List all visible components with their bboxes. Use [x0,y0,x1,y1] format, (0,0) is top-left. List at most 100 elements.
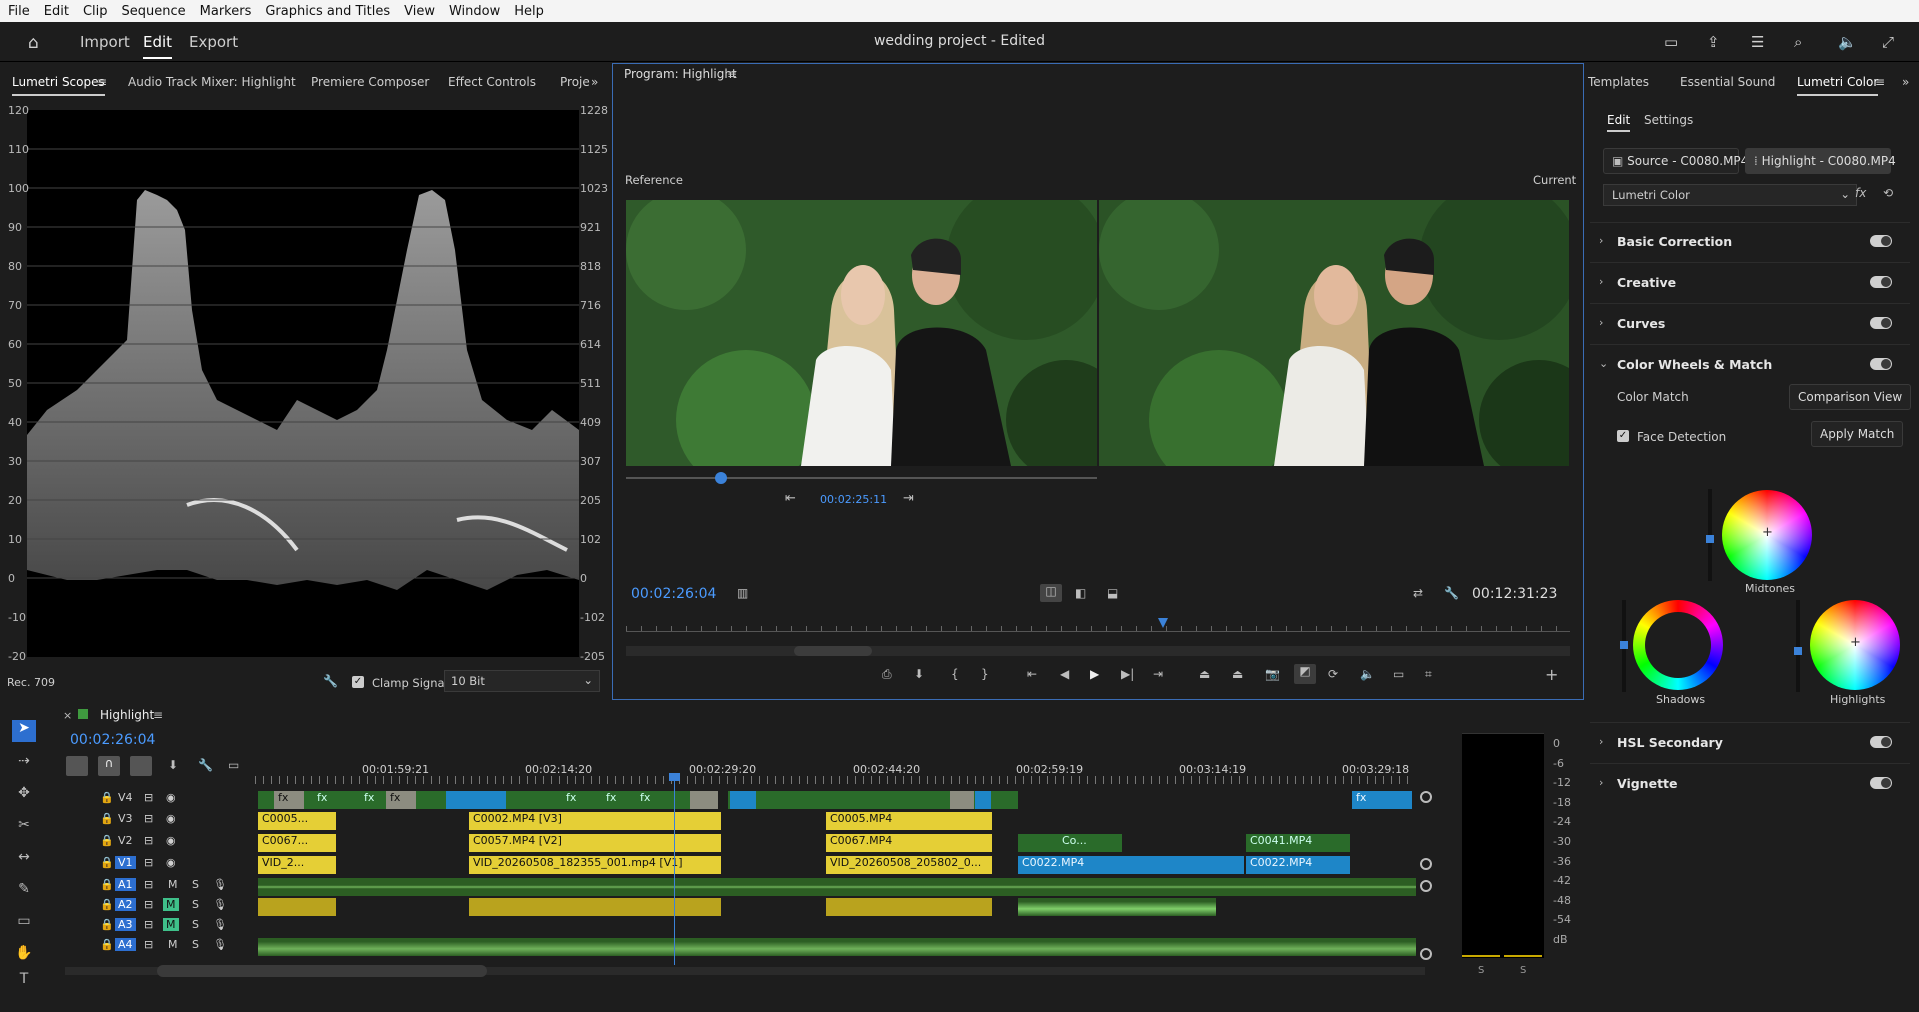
timeline-scrollbar[interactable] [65,965,1425,977]
vertical-zoom-handle[interactable] [1420,948,1432,960]
highlights-slider-thumb[interactable] [1794,647,1802,655]
menu-window[interactable]: Window [449,4,500,19]
mark-in-icon[interactable]: { [951,667,959,681]
add-marker-icon[interactable]: ⬇ [914,667,924,681]
v4-clip[interactable] [975,791,991,809]
chevron-right-icon[interactable]: › [1599,234,1603,247]
menu-markers[interactable]: Markers [200,4,252,19]
safe-margins-icon[interactable]: ▭ [1393,667,1404,681]
go-to-in-icon[interactable]: ⇤ [785,491,796,506]
v1-clip[interactable]: C0022.MP4 [1246,856,1350,874]
go-to-out-point-icon[interactable]: ⇥ [1153,667,1163,681]
a2-audio-clip[interactable] [469,898,721,916]
midtones-slider-thumb[interactable] [1706,535,1714,543]
section-vignette[interactable]: Vignette [1617,776,1678,791]
mic-icon[interactable]: 🎙 [213,918,227,931]
section-creative[interactable]: Creative [1617,275,1676,290]
panel-menu-icon[interactable]: ≡ [97,75,107,89]
zoom-scrollbar[interactable] [626,646,1570,656]
section-curves[interactable]: Curves [1617,316,1665,331]
settings-icon[interactable]: ▥ [737,586,748,600]
snap-icon[interactable]: ∩ [98,756,120,776]
lock-icon[interactable]: 🔒 [100,918,114,931]
chevron-right-icon[interactable]: › [1599,776,1603,789]
bit-depth-select[interactable]: 10 Bit ⌄ [444,670,600,692]
v3-clip[interactable]: C0005... [258,812,336,830]
a1-audio-clip[interactable] [258,878,1416,896]
close-icon[interactable]: × [63,709,72,722]
panel-menu-icon[interactable]: ≡ [1875,75,1885,89]
effect-select[interactable]: Lumetri Color ⌄ [1603,184,1857,206]
tab-audio-mixer[interactable]: Audio Track Mixer: Highlight [128,75,296,89]
track-label[interactable]: A2 [115,898,136,911]
basic-correction-toggle[interactable] [1870,235,1892,247]
mic-icon[interactable]: 🎙 [213,898,227,911]
highlights-slider[interactable] [1796,600,1800,692]
v4-clip[interactable]: fx [562,791,582,809]
volume-icon[interactable]: 🔈 [1838,33,1857,51]
reference-scrubber[interactable] [626,477,1097,479]
workspace-icon[interactable]: ▭ [1664,33,1678,51]
fullscreen-icon[interactable]: ⤢ [1882,33,1894,51]
export-frame-icon[interactable]: ⎙ [882,667,892,682]
v4-clip[interactable]: fx [274,791,304,809]
menu-view[interactable]: View [404,4,435,19]
color-wheels-toggle[interactable] [1870,358,1892,370]
selection-tool-icon[interactable]: ➤ [12,720,36,742]
comparison-view-button[interactable]: Comparison View [1789,384,1912,410]
more-tabs-icon[interactable]: » [591,75,598,89]
track-label[interactable]: A3 [115,918,136,931]
clamp-signal-checkbox[interactable]: ✓ [352,676,364,688]
timeline-timecode[interactable]: 00:02:26:04 [70,732,155,748]
lock-icon[interactable]: 🔒 [100,856,114,869]
a2-audio-clip[interactable] [1018,898,1216,916]
sync-icon[interactable]: ⊟ [144,856,153,869]
horizontal-split-icon[interactable]: ⬓ [1107,586,1118,600]
chevron-right-icon[interactable]: › [1599,735,1603,748]
eye-icon[interactable]: ◉ [166,812,176,825]
track-label[interactable]: V3 [118,812,133,825]
mute-button[interactable]: M [163,918,179,931]
chevron-right-icon[interactable]: › [1599,275,1603,288]
vignette-toggle[interactable] [1870,777,1892,789]
go-to-in-point-icon[interactable]: ⇤ [1027,667,1037,681]
sync-icon[interactable]: ⊟ [144,898,153,911]
v4-clip[interactable] [730,791,756,809]
step-back-icon[interactable]: ◀ [1060,667,1069,681]
timeline-ruler[interactable] [255,776,1415,784]
swap-sides-icon[interactable]: ⇄ [1413,586,1423,600]
sync-icon[interactable]: ⊟ [144,812,153,825]
more-tabs-icon[interactable]: » [1902,75,1909,89]
v2-clip[interactable]: C0041.MP4 [1246,834,1350,852]
search-icon[interactable]: ⌕ [1794,33,1802,51]
solo-button[interactable]: S [192,918,199,931]
timeline-playhead-handle[interactable] [669,773,680,781]
v1-clip[interactable]: C0022.MP4 [1018,856,1244,874]
curves-toggle[interactable] [1870,317,1892,329]
add-button-icon[interactable]: + [1545,665,1558,684]
solo-button[interactable]: S [192,878,199,891]
timeline-scroll-thumb[interactable] [157,965,487,977]
section-hsl-secondary[interactable]: HSL Secondary [1617,735,1723,750]
tab-lumetri-color[interactable]: Lumetri Color [1797,75,1879,96]
v1-clip[interactable]: VID_20260508_182355_001.mp4 [V1] [469,856,721,874]
ripple-edit-tool-icon[interactable]: ✥ [12,785,36,807]
panel-menu-icon[interactable]: ≡ [727,67,737,81]
wrench-icon[interactable]: 🔧 [1444,586,1459,600]
mute-button[interactable]: M [163,898,179,911]
track-label[interactable]: A1 [115,878,136,891]
midtones-wheel[interactable]: + [1722,490,1812,580]
subtab-edit[interactable]: Edit [1607,113,1631,132]
menu-file[interactable]: File [8,4,30,19]
a2-audio-clip[interactable] [258,898,336,916]
wrench-icon[interactable]: 🔧 [198,758,213,772]
track-label[interactable]: A4 [115,938,136,951]
vertical-zoom-handle[interactable] [1420,791,1432,803]
mute-button[interactable]: M [168,938,178,951]
audio-icon[interactable]: 🔈 [1360,667,1375,681]
eye-icon[interactable]: ◉ [166,791,176,804]
home-icon[interactable]: ⌂ [28,33,39,53]
section-color-wheels[interactable]: Color Wheels & Match [1617,357,1772,372]
program-timecode[interactable]: 00:02:26:04 [631,586,716,602]
hsl-secondary-toggle[interactable] [1870,736,1892,748]
